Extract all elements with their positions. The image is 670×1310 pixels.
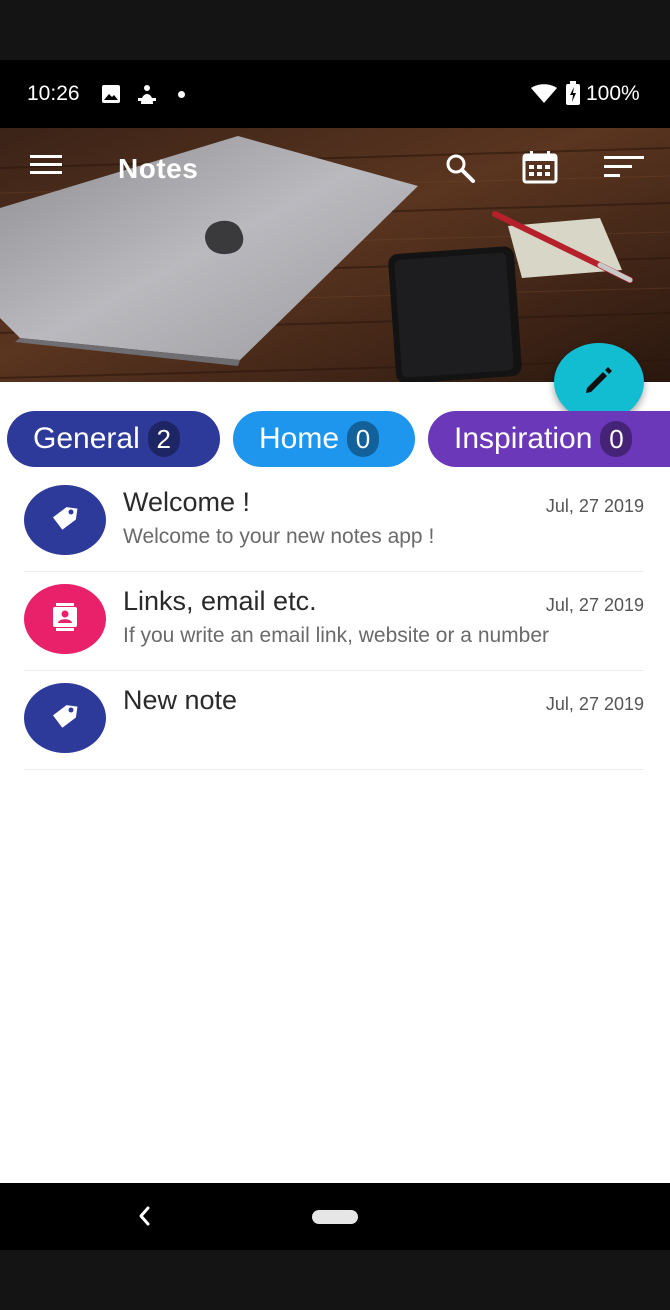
menu-hamburger-icon[interactable]: [30, 154, 62, 181]
navigation-bar: [0, 1183, 670, 1250]
note-date: Jul, 27 2019: [545, 694, 644, 714]
note-preview: Welcome to your new notes app !: [123, 525, 435, 548]
list-item[interactable]: Links, email etc. Jul, 27 2019 If you wr…: [24, 571, 644, 671]
chip-label: Inspiration: [454, 422, 593, 455]
chip-label: Home: [259, 422, 340, 455]
chip-count: 0: [600, 421, 633, 457]
note-avatar: [24, 683, 106, 753]
calendar-icon[interactable]: [522, 150, 558, 189]
chip-inspiration[interactable]: Inspiration 0: [428, 411, 670, 467]
new-note-button[interactable]: [554, 343, 644, 421]
notification-dot-icon: [178, 91, 185, 98]
note-title: New note: [123, 685, 238, 715]
status-time: 10:26: [27, 82, 80, 105]
chip-count: 2: [147, 421, 180, 457]
accessibility-notification-icon: [137, 84, 157, 111]
header-banner: Notes: [0, 128, 670, 382]
page-title: Notes: [118, 153, 199, 184]
wifi-icon: [531, 84, 557, 109]
battery-icon: [566, 81, 580, 110]
search-icon[interactable]: [445, 153, 475, 188]
note-date: Jul, 27 2019: [545, 595, 644, 615]
battery-percentage: 100%: [586, 82, 640, 105]
back-icon[interactable]: [134, 1203, 154, 1234]
note-preview: If you write an email link, website or a…: [123, 624, 550, 647]
desk-photo-image: [0, 128, 670, 382]
chip-home[interactable]: Home 0: [233, 411, 415, 467]
contact-card-icon: [52, 602, 78, 636]
pencil-icon: [583, 364, 615, 401]
note-date: Jul, 27 2019: [545, 496, 644, 516]
status-bar: 10:26 100%: [0, 60, 670, 128]
note-avatar: [24, 584, 106, 654]
chip-general[interactable]: General 2: [7, 411, 220, 467]
image-notification-icon: [101, 84, 121, 109]
tag-icon: [50, 503, 80, 538]
note-title: Links, email etc.: [123, 586, 317, 616]
list-item[interactable]: Welcome ! Jul, 27 2019 Welcome to your n…: [24, 472, 644, 572]
app-screen: 10:26 100% Notes General 2 Home 0 Inspir…: [0, 60, 670, 1250]
list-item[interactable]: New note Jul, 27 2019: [24, 670, 644, 770]
tag-icon: [50, 701, 80, 736]
note-title: Welcome !: [123, 487, 251, 517]
chip-count: 0: [347, 421, 380, 457]
note-avatar: [24, 485, 106, 555]
home-pill-button[interactable]: [312, 1210, 358, 1224]
chip-label: General: [33, 422, 140, 455]
sort-icon[interactable]: [604, 155, 644, 184]
